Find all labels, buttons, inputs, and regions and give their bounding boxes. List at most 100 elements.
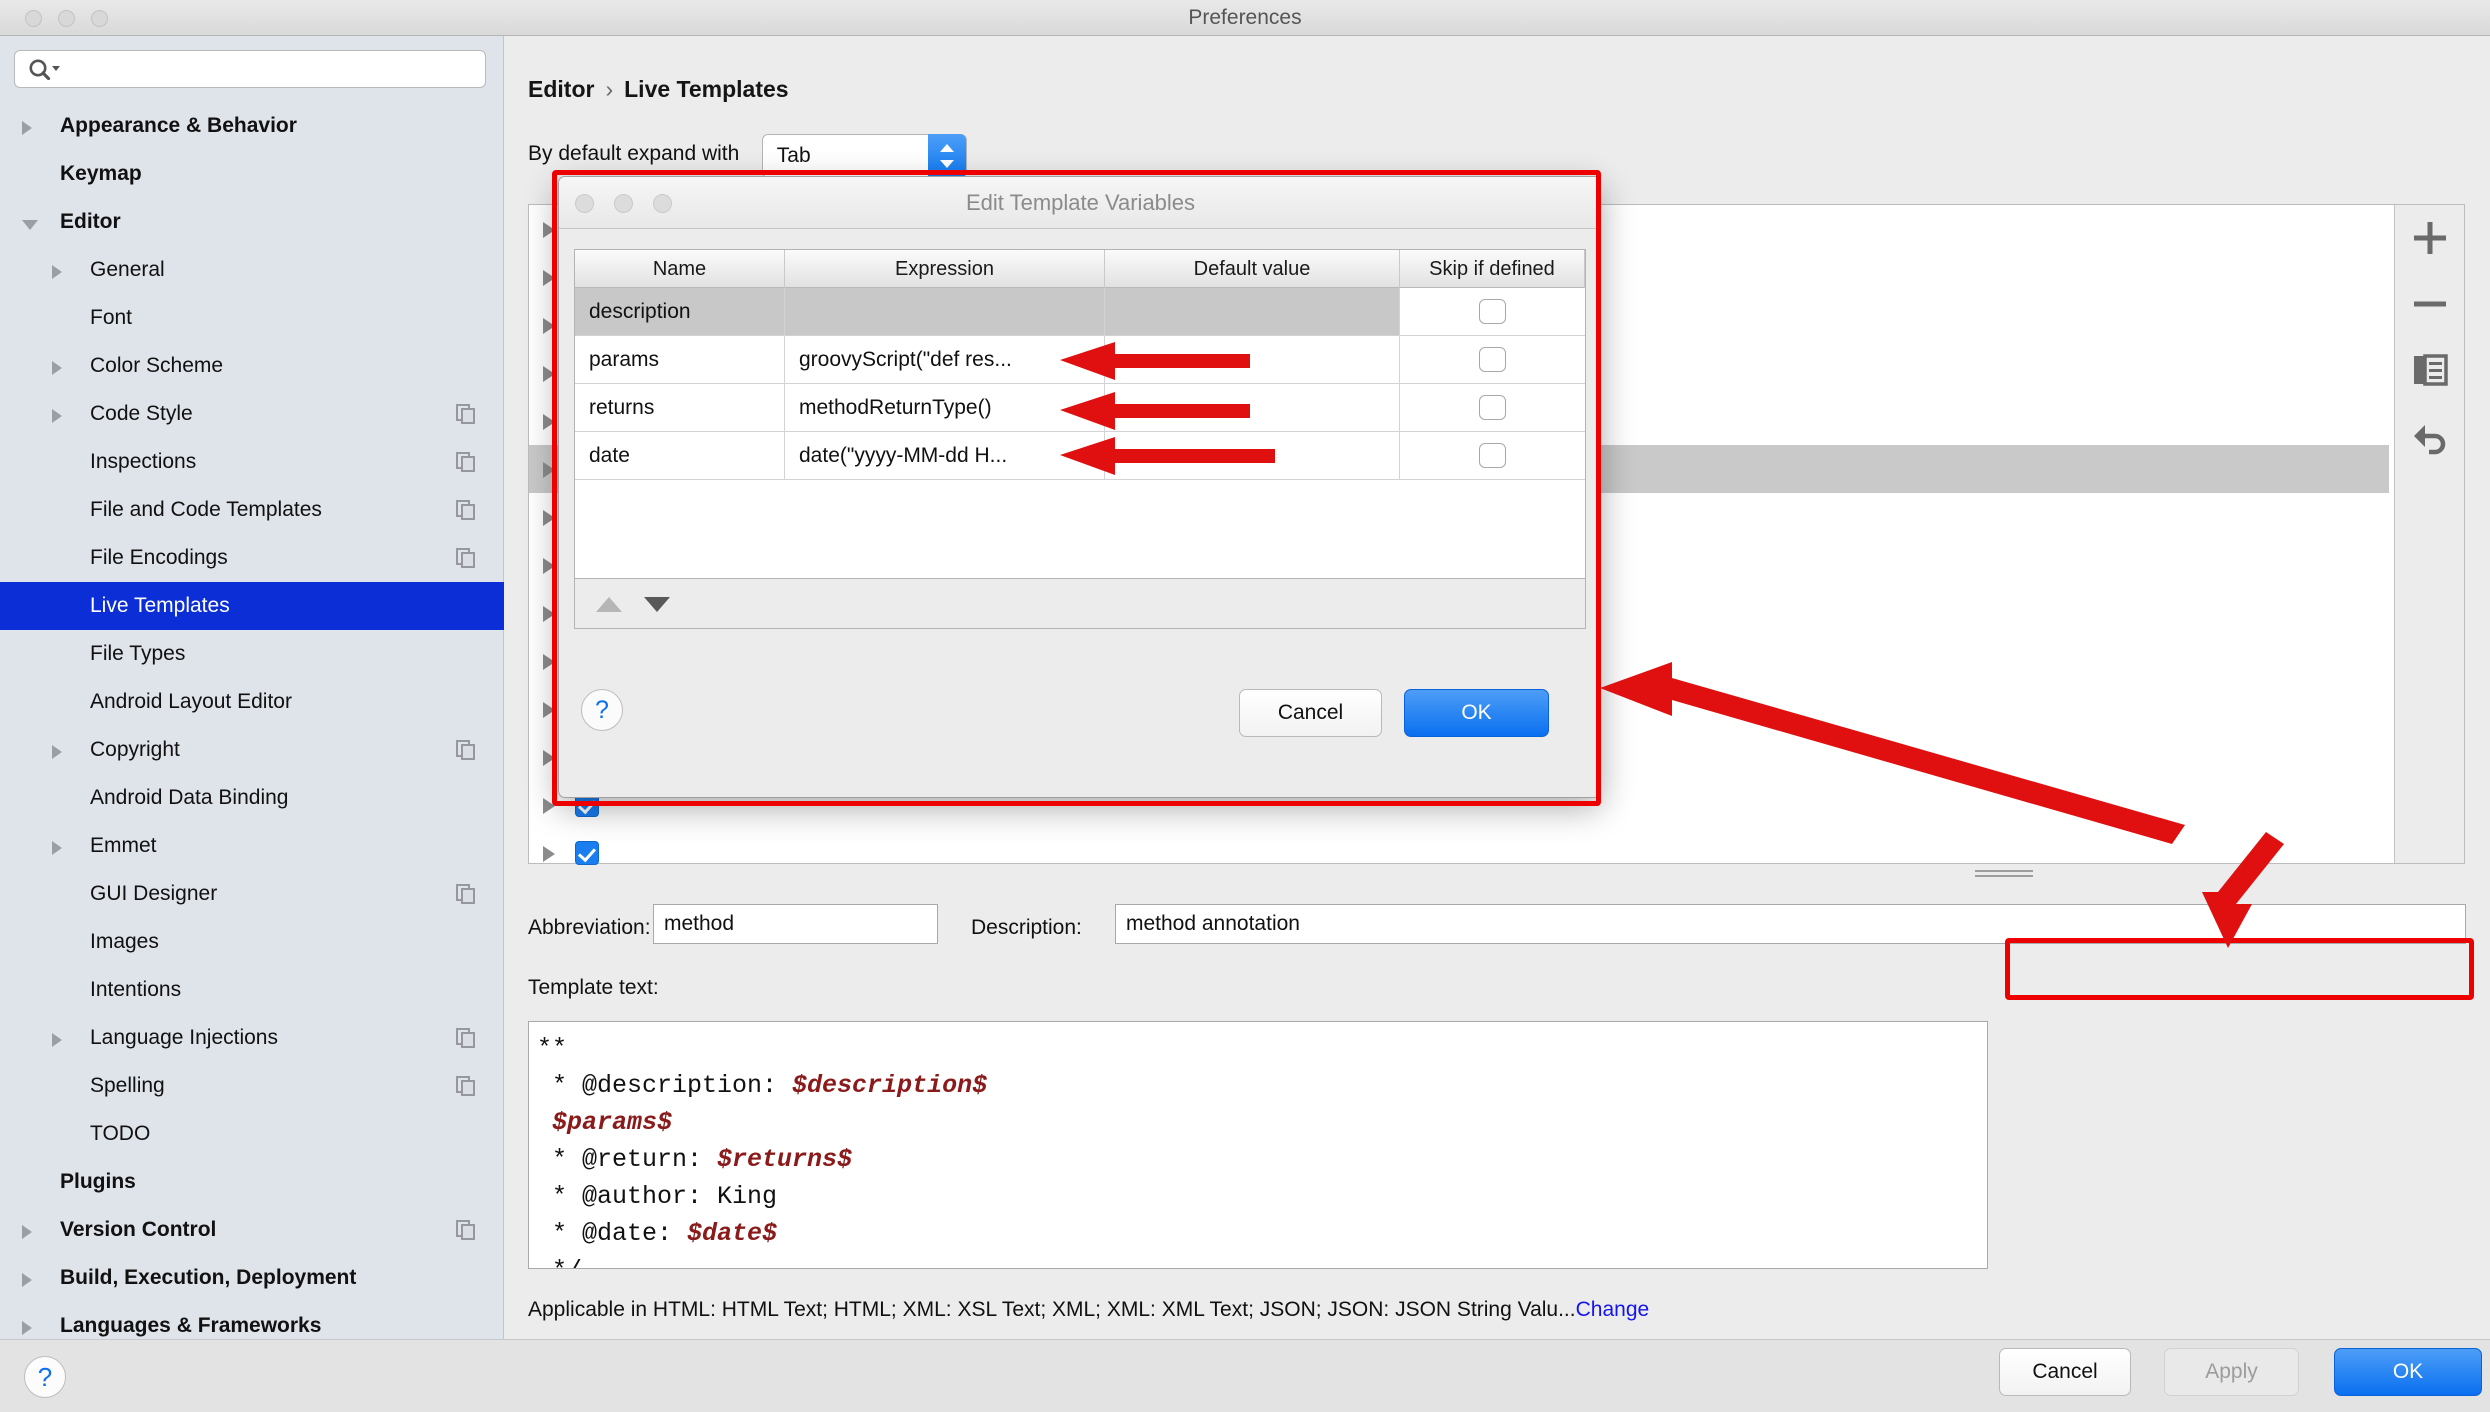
- sidebar-item-android-layout-editor[interactable]: Android Layout Editor: [0, 678, 504, 726]
- chevron-right-icon[interactable]: [22, 1225, 32, 1239]
- sidebar-item-file-types[interactable]: File Types: [0, 630, 504, 678]
- sidebar-item-intentions[interactable]: Intentions: [0, 966, 504, 1014]
- cell-default-value[interactable]: [1105, 384, 1400, 431]
- chevron-right-icon[interactable]: [52, 841, 62, 855]
- table-row[interactable]: returns methodReturnType(): [575, 384, 1585, 432]
- help-button[interactable]: ?: [24, 1356, 66, 1398]
- sidebar-item-copyright[interactable]: Copyright: [0, 726, 504, 774]
- cell-expression[interactable]: date("yyyy-MM-dd H...: [785, 432, 1105, 479]
- chevron-right-icon[interactable]: [543, 222, 555, 238]
- add-icon[interactable]: [2409, 217, 2451, 259]
- sidebar-item-live-templates[interactable]: Live Templates: [0, 582, 504, 630]
- sidebar-item-font[interactable]: Font: [0, 294, 504, 342]
- abbreviation-input[interactable]: [653, 904, 938, 944]
- template-group-row[interactable]: [529, 829, 2389, 877]
- move-up-icon[interactable]: [596, 597, 622, 612]
- breadcrumb-root[interactable]: Editor: [528, 76, 594, 102]
- column-header-skip-if-defined[interactable]: Skip if defined: [1400, 250, 1585, 288]
- template-text-editor[interactable]: ** * @description: $description$ $params…: [528, 1021, 1988, 1269]
- cell-name[interactable]: returns: [575, 384, 785, 431]
- default-expand-select[interactable]: Tab: [761, 134, 967, 178]
- remove-icon[interactable]: [2409, 283, 2451, 325]
- sidebar-item-keymap[interactable]: Keymap: [0, 150, 504, 198]
- chevron-right-icon[interactable]: [543, 702, 555, 718]
- chevron-right-icon[interactable]: [543, 510, 555, 526]
- sidebar-item-build-execution-deployment[interactable]: Build, Execution, Deployment: [0, 1254, 504, 1302]
- description-input[interactable]: [1115, 904, 2466, 944]
- sidebar-item-language-injections[interactable]: Language Injections: [0, 1014, 504, 1062]
- chevron-right-icon[interactable]: [52, 409, 62, 423]
- chevron-right-icon[interactable]: [543, 558, 555, 574]
- variables-table[interactable]: Name Expression Default value Skip if defin…: [574, 249, 1586, 579]
- chevron-right-icon[interactable]: [543, 366, 555, 382]
- chevron-right-icon[interactable]: [543, 318, 555, 334]
- change-context-link[interactable]: Change: [1576, 1298, 1650, 1321]
- sidebar-item-gui-designer[interactable]: GUI Designer: [0, 870, 504, 918]
- cell-default-value[interactable]: [1105, 432, 1400, 479]
- chevron-right-icon[interactable]: [22, 1321, 32, 1335]
- chevron-right-icon[interactable]: [52, 1033, 62, 1047]
- column-header-name[interactable]: Name: [575, 250, 785, 288]
- column-header-expression[interactable]: Expression: [785, 250, 1105, 288]
- chevron-right-icon[interactable]: [543, 606, 555, 622]
- dialog-cancel-button[interactable]: Cancel: [1239, 689, 1382, 737]
- chevron-right-icon[interactable]: [22, 1273, 32, 1287]
- cell-expression[interactable]: [785, 288, 1105, 335]
- chevron-right-icon[interactable]: [52, 361, 62, 375]
- apply-button[interactable]: Apply: [2164, 1348, 2299, 1396]
- skip-if-defined-checkbox[interactable]: [1478, 395, 1506, 420]
- template-text-line: */: [537, 1252, 1987, 1268]
- dialog-help-button[interactable]: ?: [581, 689, 623, 731]
- move-down-icon[interactable]: [644, 597, 670, 612]
- table-row[interactable]: date date("yyyy-MM-dd H...: [575, 432, 1585, 480]
- search-input[interactable]: [14, 50, 486, 88]
- sidebar-item-emmet[interactable]: Emmet: [0, 822, 504, 870]
- revert-icon[interactable]: [2409, 415, 2451, 457]
- chevron-right-icon[interactable]: [543, 270, 555, 286]
- chevron-right-icon[interactable]: [22, 121, 32, 135]
- sidebar-item-inspections[interactable]: Inspections: [0, 438, 504, 486]
- skip-if-defined-checkbox[interactable]: [1478, 299, 1506, 324]
- ok-button[interactable]: OK: [2334, 1348, 2482, 1396]
- sidebar-item-images[interactable]: Images: [0, 918, 504, 966]
- cell-name[interactable]: date: [575, 432, 785, 479]
- duplicate-icon[interactable]: [2409, 349, 2451, 391]
- chevron-right-icon[interactable]: [543, 798, 555, 814]
- chevron-right-icon[interactable]: [543, 414, 555, 430]
- chevron-updown-icon[interactable]: [927, 134, 966, 178]
- table-row[interactable]: description: [575, 288, 1585, 336]
- cell-name[interactable]: description: [575, 288, 785, 335]
- column-header-default-value[interactable]: Default value: [1105, 250, 1400, 288]
- sidebar-item-appearance-behavior[interactable]: Appearance & Behavior: [0, 102, 504, 150]
- chevron-right-icon[interactable]: [543, 750, 555, 766]
- sidebar-item-file-and-code-templates[interactable]: File and Code Templates: [0, 486, 504, 534]
- cell-expression[interactable]: methodReturnType(): [785, 384, 1105, 431]
- chevron-right-icon[interactable]: [543, 462, 555, 478]
- template-enabled-checkbox[interactable]: [575, 841, 599, 865]
- chevron-right-icon[interactable]: [543, 654, 555, 670]
- sidebar-item-file-encodings[interactable]: File Encodings: [0, 534, 504, 582]
- resize-grip[interactable]: [1975, 868, 2033, 880]
- cancel-button[interactable]: Cancel: [1999, 1348, 2131, 1396]
- chevron-right-icon[interactable]: [52, 745, 62, 759]
- sidebar-item-general[interactable]: General: [0, 246, 504, 294]
- sidebar-item-plugins[interactable]: Plugins: [0, 1158, 504, 1206]
- sidebar-item-todo[interactable]: TODO: [0, 1110, 504, 1158]
- chevron-right-icon[interactable]: [52, 265, 62, 279]
- sidebar-item-code-style[interactable]: Code Style: [0, 390, 504, 438]
- cell-name[interactable]: params: [575, 336, 785, 383]
- table-row[interactable]: params groovyScript("def res...: [575, 336, 1585, 384]
- skip-if-defined-checkbox[interactable]: [1478, 347, 1506, 372]
- chevron-down-icon[interactable]: [22, 220, 38, 237]
- cell-expression[interactable]: groovyScript("def res...: [785, 336, 1105, 383]
- sidebar-item-version-control[interactable]: Version Control: [0, 1206, 504, 1254]
- skip-if-defined-checkbox[interactable]: [1478, 443, 1506, 468]
- sidebar-item-editor[interactable]: Editor: [0, 198, 504, 246]
- cell-default-value[interactable]: [1105, 336, 1400, 383]
- cell-default-value[interactable]: [1105, 288, 1400, 335]
- sidebar-item-android-data-binding[interactable]: Android Data Binding: [0, 774, 504, 822]
- dialog-ok-button[interactable]: OK: [1404, 689, 1549, 737]
- sidebar-item-spelling[interactable]: Spelling: [0, 1062, 504, 1110]
- chevron-right-icon[interactable]: [543, 846, 555, 862]
- sidebar-item-color-scheme[interactable]: Color Scheme: [0, 342, 504, 390]
